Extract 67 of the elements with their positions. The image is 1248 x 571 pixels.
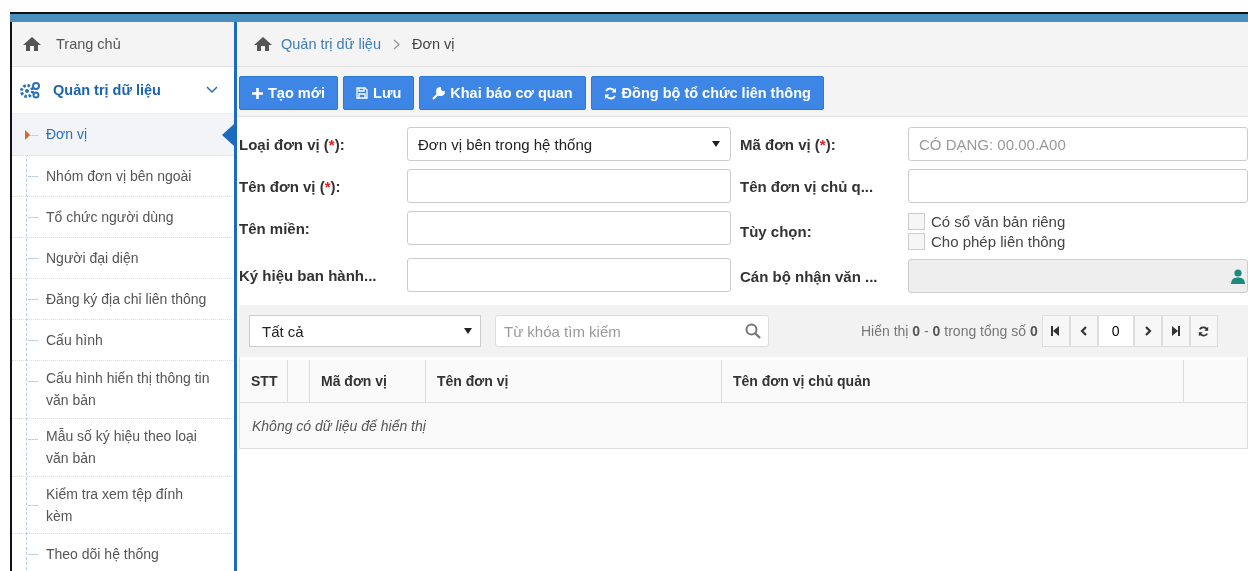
- filter-select[interactable]: Tất cả: [249, 315, 481, 347]
- triangle-icon: [25, 129, 30, 140]
- refresh-icon: [1198, 325, 1210, 337]
- toolbar-button[interactable]: Đồng bộ tổ chức liên thông: [590, 76, 824, 110]
- field-label: Cán bộ nhận văn ...: [740, 267, 879, 285]
- chevron-left-icon: [1079, 326, 1088, 336]
- sidebar-item[interactable]: Đăng ký địa chỉ liên thông: [12, 279, 234, 320]
- field-label: Ký hiệu ban hành...: [239, 266, 378, 284]
- sidebar-item[interactable]: Cấu hình hiển thị thông tin văn bản: [12, 361, 234, 419]
- plus-icon: [252, 87, 263, 99]
- previous-page-button[interactable]: [1069, 315, 1098, 347]
- column-header: STT: [251, 373, 278, 389]
- input-field[interactable]: [407, 258, 731, 292]
- checkbox-option[interactable]: Cho phép liên thông: [908, 232, 1066, 250]
- pagination-summary: Hiển thị 0 - 0 trong tổng số 0: [861, 323, 1038, 339]
- sidebar-item[interactable]: Đơn vị: [12, 114, 234, 156]
- input-field[interactable]: CÓ DẠNG: 00.00.A00: [908, 127, 1248, 161]
- toolbar-button[interactable]: Khai báo cơ quan: [419, 76, 586, 110]
- sidebar-item[interactable]: Mẫu số ký hiệu theo loại văn bản: [12, 418, 234, 477]
- user-icon: [1231, 268, 1245, 284]
- sidebar-item[interactable]: Tổ chức người dùng: [12, 197, 234, 238]
- refresh-button[interactable]: [1189, 315, 1218, 347]
- column-header: Tên đơn vị: [437, 373, 509, 389]
- caret-icon: [464, 328, 472, 334]
- empty-message: Không có dữ liệu để hiển thị: [252, 417, 426, 434]
- field-label: Mã đơn vị (*):: [740, 135, 837, 153]
- toolbar-button[interactable]: Tạo mới: [239, 76, 339, 110]
- gears-icon: [19, 81, 41, 99]
- input-field[interactable]: [407, 211, 731, 245]
- home-icon: [253, 36, 273, 52]
- home-icon: [22, 36, 42, 52]
- field-label: Tên đơn vị chủ q...: [740, 177, 875, 195]
- field-label: Tùy chọn:: [740, 222, 813, 240]
- last-page-icon: [1171, 326, 1181, 336]
- floppy-icon: [356, 87, 369, 99]
- search-field[interactable]: Từ khóa tìm kiếm: [495, 315, 769, 347]
- column-header: Tên đơn vị chủ quản: [733, 373, 871, 389]
- sidebar-item[interactable]: Cấu hình: [12, 320, 234, 361]
- chevron-right-icon: [1143, 326, 1152, 336]
- page-input[interactable]: 0: [1097, 315, 1134, 347]
- field-label: Loại đơn vị (*):: [239, 135, 346, 153]
- first-page-button[interactable]: [1041, 315, 1070, 347]
- toolbar-button[interactable]: Lưu: [343, 76, 415, 110]
- last-page-button[interactable]: [1161, 315, 1190, 347]
- input-field[interactable]: [407, 169, 731, 203]
- user-picker-field[interactable]: [908, 259, 1248, 293]
- input-field[interactable]: [908, 169, 1248, 203]
- sidebar-item[interactable]: Người đại diện: [12, 238, 234, 279]
- first-page-icon: [1051, 326, 1061, 336]
- wrench-icon: [432, 86, 446, 100]
- sidebar-item[interactable]: Trang chủ: [12, 22, 234, 67]
- chevron-icon: [393, 38, 400, 50]
- field-label: Tên đơn vị (*):: [239, 177, 342, 195]
- field-label: Tên miền:: [239, 219, 311, 237]
- caret-icon: [712, 141, 720, 147]
- sidebar-item[interactable]: Theo dõi hệ thống: [12, 534, 234, 571]
- checkbox-option[interactable]: Có sổ văn bản riêng: [908, 212, 1066, 230]
- sync-icon: [603, 86, 617, 100]
- column-header: Mã đơn vị: [321, 373, 387, 389]
- next-page-button[interactable]: [1133, 315, 1162, 347]
- sidebar-item[interactable]: Nhóm đơn vị bên ngoài: [12, 156, 234, 197]
- chevron-icon: [206, 86, 218, 94]
- breadcrumb-current: Đơn vị: [412, 36, 455, 52]
- search-icon: [745, 323, 761, 339]
- sidebar-item[interactable]: Kiểm tra xem tệp đính kèm: [12, 476, 234, 535]
- breadcrumb-link[interactable]: Quản trị dữ liệu: [281, 36, 381, 52]
- select-field[interactable]: Đơn vị bên trong hệ thống: [407, 127, 731, 161]
